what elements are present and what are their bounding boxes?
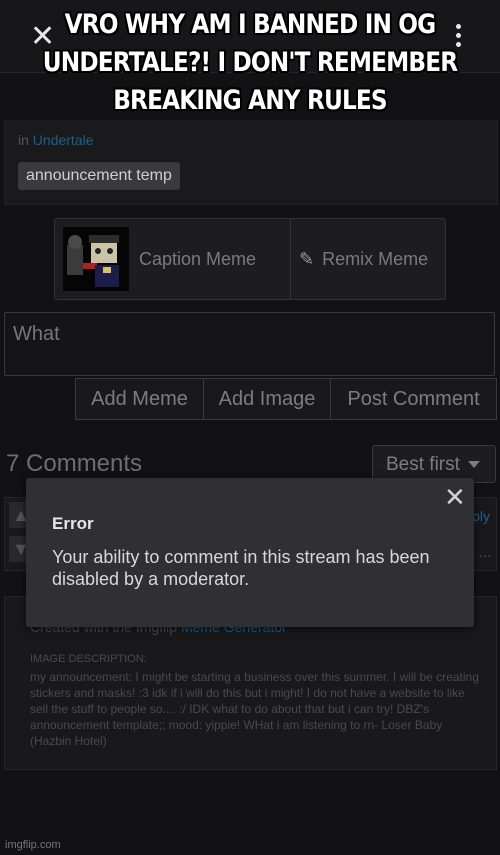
dialog-title: Error [52,514,94,533]
add-image-button[interactable]: Add Image [204,379,331,419]
comments-count: 7 Comments [6,450,143,477]
meme-caption: VRO WHY AM I BANNED IN OG UNDERTALE?! I … [42,9,458,116]
description-label: IMAGE DESCRIPTION: [30,653,147,665]
stream-prefix: in [18,132,29,148]
meme-action-bar: Caption Meme ✎ Remix Meme [54,218,446,300]
post-tag[interactable]: announcement temp [18,162,180,190]
remix-meme-button[interactable]: ✎ Remix Meme [299,219,428,299]
add-meme-button[interactable]: Add Meme [76,379,204,419]
stream-name[interactable]: Undertale [33,132,94,148]
sort-label: Best first [386,454,460,475]
pencil-icon: ✎ [299,249,315,269]
comment-input[interactable]: What [4,312,495,376]
meme-thumbnail[interactable] [63,227,129,291]
chevron-down-icon [467,461,480,469]
remix-meme-label: Remix Meme [322,249,429,269]
meme-thumbnail-image [63,227,129,291]
dialog-message: Your ability to comment in this stream h… [52,547,430,589]
error-dialog: ✕ Error Your ability to comment in this … [26,478,474,627]
more-dots-icon[interactable]: … [478,544,492,560]
post-comment-button[interactable]: Post Comment [331,379,496,419]
caption-meme-button[interactable]: Caption Meme [139,219,256,299]
divider [290,219,291,299]
close-icon[interactable]: ✕ [444,482,466,513]
description-text: my announcement: I might be starting a b… [30,670,479,748]
imgflip-watermark: imgflip.com [5,839,61,851]
comment-actions: Add Meme Add Image Post Comment [75,378,497,420]
stream-link[interactable]: in Undertale [18,132,94,148]
